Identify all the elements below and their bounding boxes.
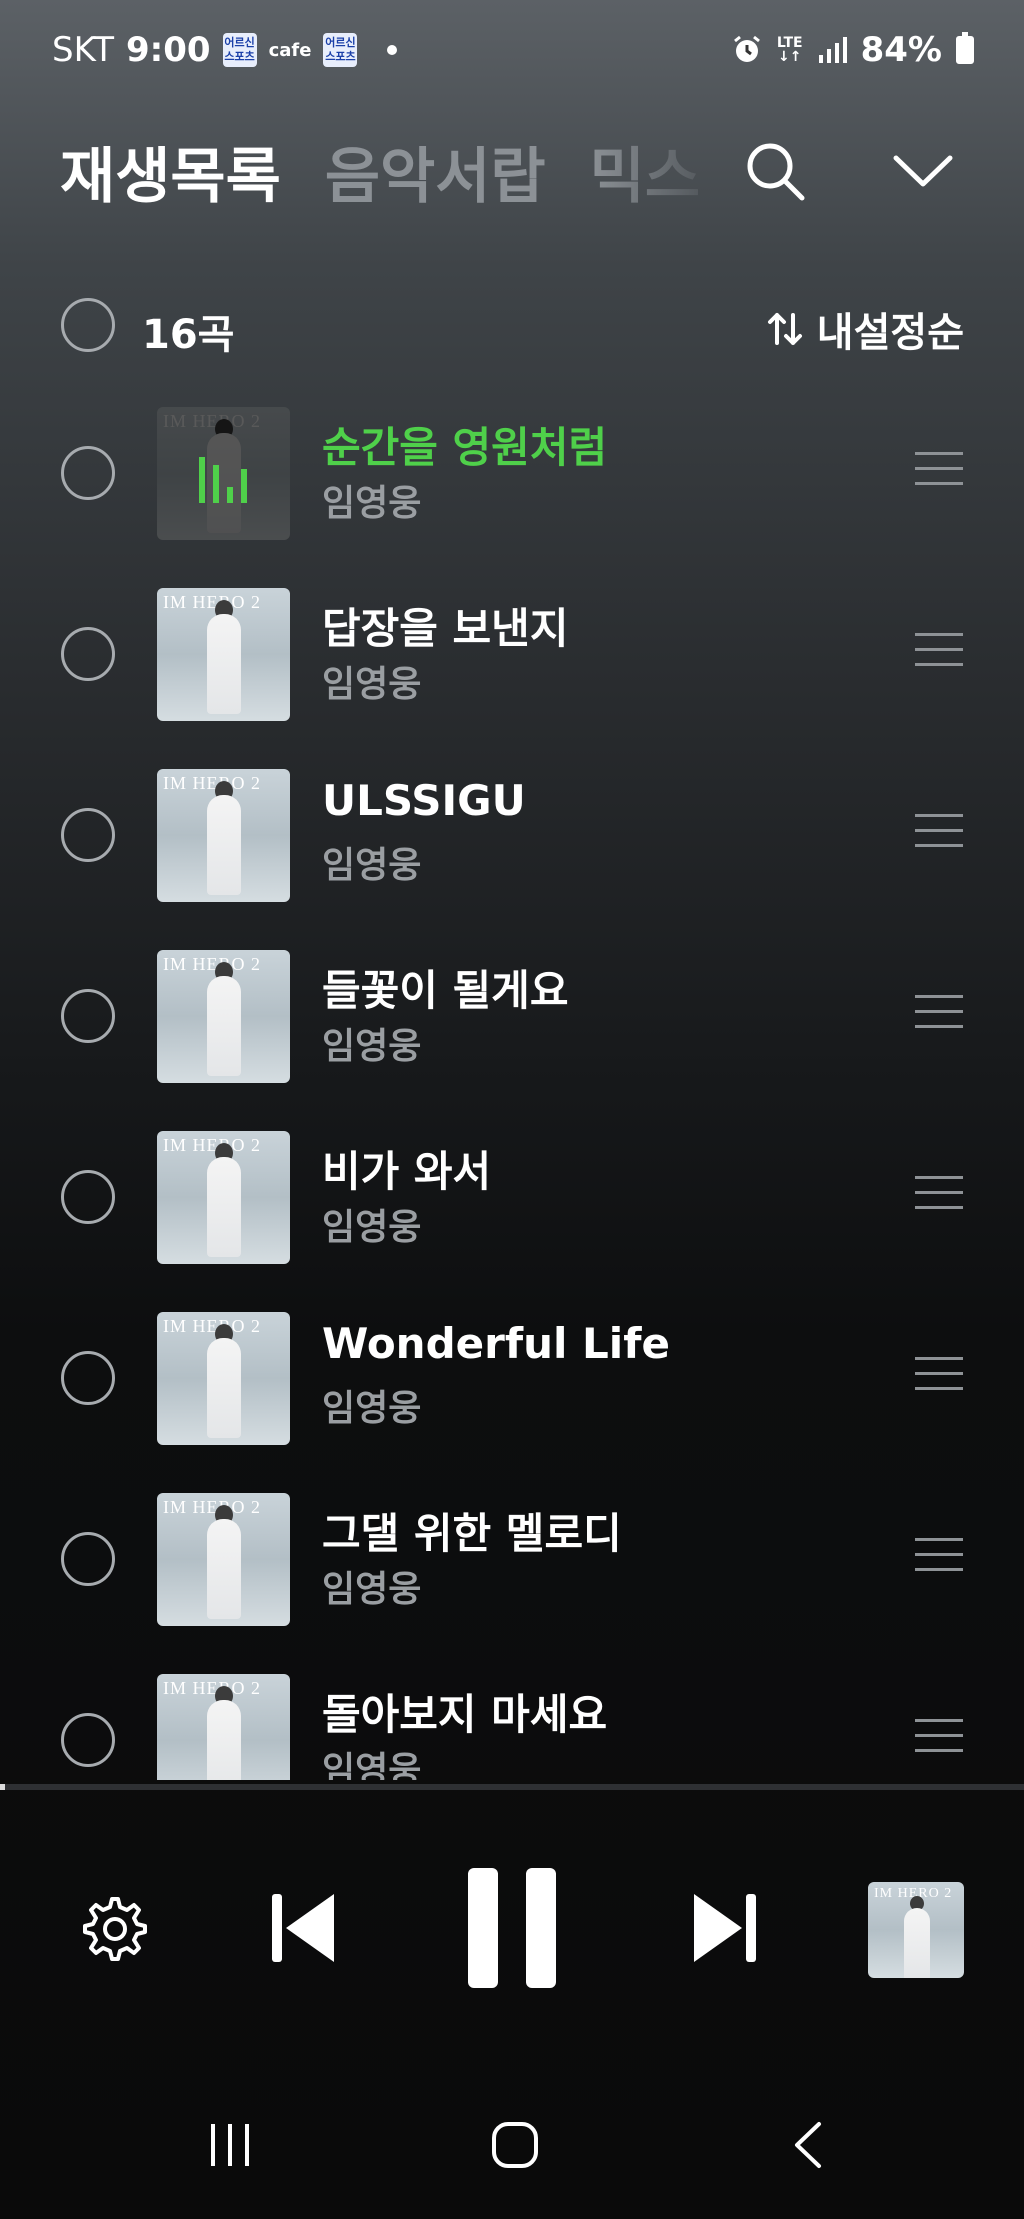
song-select-radio[interactable]: [61, 1170, 115, 1224]
song-title: 들꽃이 될게요: [322, 966, 569, 1015]
back-icon[interactable]: [785, 2120, 835, 2170]
search-icon[interactable]: [740, 136, 810, 206]
song-title: ULSSIGU: [322, 776, 526, 825]
drag-handle-icon[interactable]: [915, 1357, 963, 1391]
song-select-radio[interactable]: [61, 446, 115, 500]
now-playing-album-art[interactable]: IM HERO 2: [868, 1882, 964, 1978]
notification-icon-seniorsports: 어르신 스포츠: [222, 33, 257, 67]
song-artist: 임영웅: [322, 1207, 422, 1248]
song-select-radio[interactable]: [61, 1351, 115, 1405]
song-artist: 임영웅: [322, 664, 422, 705]
drag-handle-icon[interactable]: [915, 1176, 963, 1210]
drag-handle-icon[interactable]: [915, 452, 963, 486]
album-cover-title: IM HERO 2: [163, 773, 261, 793]
playback-progress-fill: [0, 1784, 6, 1790]
sort-label: 내설정순: [816, 310, 964, 356]
song-row[interactable]: IM HERO 2 답장을 보낸지임영웅: [0, 581, 1024, 762]
album-cover-title: IM HERO 2: [163, 1497, 261, 1517]
recent-apps-icon[interactable]: [205, 2120, 255, 2170]
equalizer-playing-icon: [199, 457, 247, 503]
song-artist: 임영웅: [322, 1569, 422, 1610]
next-track-icon[interactable]: [690, 1890, 760, 1966]
album-art-thumbnail: IM HERO 2: [157, 1312, 290, 1445]
status-bar: SKT 9:00 어르신 스포츠 cafe 어르신 스포츠 LTE ↓↑ 84%: [0, 0, 1024, 100]
song-list: IM HERO 2 순간을 영원처럼 임영웅 IM HERO 2 답장을 보낸지 임영웅 I…: [0, 400, 1024, 1780]
song-row[interactable]: IM HERO 2 Wonderful Life 임영웅: [0, 1305, 1024, 1486]
album-cover-title: IM HERO 2: [163, 954, 261, 974]
battery-icon: [956, 32, 974, 64]
battery-level: 84%: [860, 30, 942, 70]
song-title: 답장을 보낸지: [322, 604, 569, 653]
album-art-thumbnail: IM HERO 2: [157, 1131, 290, 1264]
album-cover-title: IM HERO 2: [163, 1316, 261, 1336]
tab-playlist[interactable]: 재생목록: [60, 128, 281, 215]
tab-bar: 재생목록 음악서랍 믹스: [60, 128, 700, 215]
song-select-radio[interactable]: [61, 627, 115, 681]
clock: 9:00: [126, 30, 211, 70]
song-row[interactable]: IM HERO 2 비가 와서임영웅: [0, 1124, 1024, 1305]
network-type: LTE ↓↑: [776, 35, 803, 65]
home-icon[interactable]: [490, 2120, 540, 2170]
song-artist: 임영웅: [322, 1388, 422, 1429]
carrier-label: SKT: [52, 30, 115, 70]
song-row[interactable]: IM HERO 2 그댈 위한 멜로디임영웅: [0, 1486, 1024, 1667]
drag-handle-icon[interactable]: [915, 1538, 963, 1572]
album-art-thumbnail: IM HERO 2: [157, 588, 290, 721]
settings-gear-icon[interactable]: [80, 1894, 150, 1964]
system-navigation-bar: [0, 2100, 1024, 2190]
album-art-thumbnail: IM HERO 2: [157, 1493, 290, 1626]
song-title: 비가 와서: [322, 1147, 492, 1196]
song-artist: 임영웅: [322, 1026, 422, 1067]
song-row[interactable]: IM HERO 2 ULSSIGU 임영웅: [0, 762, 1024, 943]
album-art-thumbnail: IM HERO 2: [157, 1674, 290, 1780]
drag-handle-icon[interactable]: [915, 1719, 963, 1753]
album-cover-title: IM HERO 2: [163, 1135, 261, 1155]
tab-mix[interactable]: 믹스: [590, 128, 700, 215]
drag-handle-icon[interactable]: [915, 814, 963, 848]
album-art-thumbnail: IM HERO 2: [157, 950, 290, 1083]
notification-icon-seniorsports-2: 어르신 스포츠: [323, 33, 358, 67]
header: 재생목록 음악서랍 믹스: [0, 120, 1024, 220]
song-select-radio[interactable]: [61, 989, 115, 1043]
song-title: 돌아보지 마세요: [322, 1690, 608, 1739]
playback-progress-bar[interactable]: [0, 1784, 1024, 1790]
tab-music-drawer[interactable]: 음악서랍: [325, 128, 546, 215]
song-select-radio[interactable]: [61, 808, 115, 862]
select-all-radio[interactable]: [61, 298, 115, 352]
song-count: 16곡: [142, 312, 235, 358]
song-artist: 임영웅: [322, 1750, 422, 1780]
album-cover-title: IM HERO 2: [163, 592, 261, 612]
song-select-radio[interactable]: [61, 1532, 115, 1586]
song-row[interactable]: IM HERO 2 돌아보지 마세요임영웅: [0, 1667, 1024, 1780]
song-title: Wonderful Life: [322, 1319, 670, 1368]
song-title: 그댈 위한 멜로디: [322, 1509, 622, 1558]
song-title: 순간을 영원처럼: [322, 423, 608, 472]
drag-handle-icon[interactable]: [915, 633, 963, 667]
pause-icon[interactable]: [466, 1866, 558, 1990]
list-header: 16곡 내설정순: [0, 290, 1024, 360]
previous-track-icon[interactable]: [268, 1890, 338, 1966]
player-bar: IM HERO 2: [0, 1820, 1024, 2020]
signal-icon: [818, 37, 847, 63]
cafe-notification-label: cafe: [268, 39, 312, 61]
song-artist: 임영웅: [322, 483, 422, 524]
song-select-radio[interactable]: [61, 1713, 115, 1767]
more-notifications-dot-icon: [387, 45, 398, 55]
sort-icon: [767, 313, 802, 345]
sort-button[interactable]: 내설정순: [765, 300, 964, 358]
chevron-down-icon[interactable]: [888, 136, 958, 206]
drag-handle-icon[interactable]: [915, 995, 963, 1029]
album-cover-title: IM HERO 2: [163, 1678, 261, 1698]
album-art-thumbnail: IM HERO 2: [157, 769, 290, 902]
song-row[interactable]: IM HERO 2 순간을 영원처럼 임영웅: [0, 400, 1024, 581]
alarm-icon: [733, 35, 760, 62]
song-artist: 임영웅: [322, 845, 422, 886]
song-row[interactable]: IM HERO 2 들꽃이 될게요임영웅: [0, 943, 1024, 1124]
